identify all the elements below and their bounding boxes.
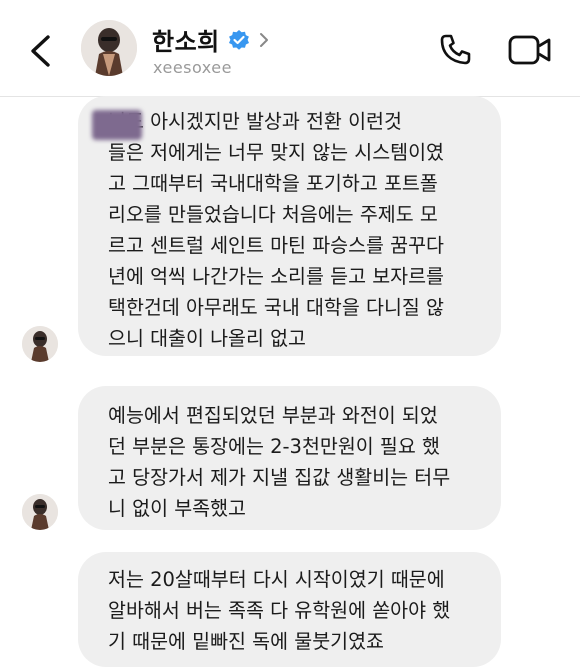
profile-avatar[interactable] <box>81 20 137 76</box>
verified-badge-icon <box>228 29 249 50</box>
username: xeesoxee <box>153 58 232 77</box>
video-camera-icon[interactable] <box>508 34 552 66</box>
profile-name-row[interactable]: 한소희 <box>152 22 270 57</box>
chevron-right-icon <box>259 32 268 47</box>
message-bubble[interactable]: 예능에서 편집되었던 부분과 와전이 되었 던 부분은 통장에는 2-3천만원이… <box>78 386 501 530</box>
phone-icon[interactable] <box>437 32 473 68</box>
back-chevron-icon[interactable] <box>28 34 54 68</box>
sender-avatar[interactable] <box>22 494 58 530</box>
chat-header: 한소희 xeesoxee <box>0 0 580 97</box>
redaction-blur <box>92 110 142 140</box>
display-name[interactable]: 한소희 <box>152 22 220 57</box>
sender-avatar[interactable] <box>22 326 58 362</box>
message-bubble[interactable]: 저는 20살때부터 다시 시작이였기 때문에 알바해서 버는 족족 다 유학원에… <box>78 552 501 667</box>
